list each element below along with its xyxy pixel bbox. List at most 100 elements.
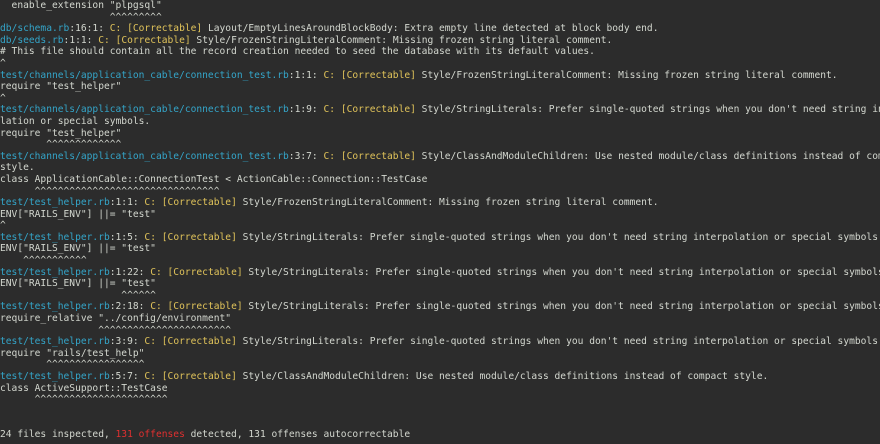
code-line: ENV["RAILS_ENV"] ||= "test"	[0, 209, 880, 221]
caret-marker: ^^^^^^^^^^^^^^^^^^^^^^^	[0, 324, 232, 336]
severity-label: C:	[323, 69, 336, 81]
location: :3:9:	[109, 336, 139, 348]
caret-marker: ^^^^^^	[0, 289, 156, 301]
caret-marker: ^^^^^^^^^^^^^^^^^^^^^^^	[0, 394, 168, 406]
caret-marker: ^^^^^^^^^^^	[0, 255, 87, 267]
correctable-tag: [Correctable]	[167, 266, 243, 278]
autocorrectable-count: 131 offenses	[248, 428, 318, 440]
file-path: test/test_helper.rb	[0, 197, 110, 209]
caret-marker: ^^^^^^^^^^^^^^^^^	[0, 359, 145, 371]
caret-line: ^^^^^^^^^^^^^^^^^^^^^^^	[0, 325, 880, 337]
source-text: # This file should contain all the recor…	[0, 46, 595, 58]
offense-line: test/channels/application_cable/connecti…	[0, 104, 880, 116]
offense-line: test/test_helper.rb:5:7: C: [Correctable…	[0, 371, 880, 383]
caret-marker: ^^^^^^^^^	[0, 11, 162, 23]
source-text: class ApplicationCable::ConnectionTest <…	[0, 173, 428, 185]
file-path: test/test_helper.rb	[0, 231, 110, 243]
correctable-tag: [Correctable]	[127, 23, 203, 35]
correctable-tag: [Correctable]	[115, 34, 191, 46]
summary-line: 24 files inspected, 131 offenses detecte…	[0, 429, 880, 441]
code-line: ENV["RAILS_ENV"] ||= "test"	[0, 243, 880, 255]
correctable-tag: [Correctable]	[161, 371, 237, 382]
offense-message: Style/ClassAndModuleChildren: Use nested…	[236, 371, 769, 382]
offense-message: Layout/EmptyLinesAroundBlockBody: Extra …	[202, 23, 659, 35]
correctable-tag: [Correctable]	[161, 231, 237, 243]
offense-message: Style/StringLiterals: Prefer single-quot…	[242, 301, 880, 313]
code-line: class ActiveSupport::TestCase	[0, 383, 880, 395]
offense-message: Style/StringLiterals: Prefer single-quot…	[415, 104, 880, 116]
terminal-window[interactable]: enable_extension "plpgsql" ^^^^^^^^^ db/s…	[0, 0, 880, 444]
caret-line: ^^^^^^^^^	[0, 12, 880, 24]
file-path: db/seeds.rb	[0, 34, 64, 46]
offense-message: Style/ClassAndModuleChildren: Use nested…	[415, 150, 880, 162]
location: :1:22:	[109, 266, 145, 278]
source-text: ENV["RAILS_ENV"] ||= "test"	[0, 278, 156, 290]
location: :1:1:	[63, 34, 93, 46]
code-line: require_relative "../config/environment"	[0, 313, 880, 325]
offense-message: Style/FrozenStringLiteralComment: Missin…	[236, 197, 659, 209]
code-line: enable_extension "plpgsql"	[0, 0, 880, 12]
file-path: test/channels/application_cable/connecti…	[0, 150, 289, 162]
offense-line: test/test_helper.rb:2:18: C: [Correctabl…	[0, 301, 880, 313]
offenses-count: 131 offenses	[115, 428, 185, 440]
offense-message: Style/StringLiterals: Prefer single-quot…	[236, 231, 880, 243]
severity-label: C:	[144, 197, 156, 209]
correctable-tag: [Correctable]	[340, 69, 416, 81]
severity-label: C:	[150, 266, 162, 278]
caret-marker: ^^^^^^^^^^^^^	[0, 139, 122, 151]
source-text: require_relative "../config/environment"	[0, 313, 232, 325]
severity-label: C:	[109, 23, 122, 35]
source-text: require "test_helper"	[0, 81, 122, 93]
offense-message: Style/FrozenStringLiteralComment: Missin…	[190, 34, 613, 46]
code-line: lation or special symbols.	[0, 116, 880, 128]
caret-line: ^	[0, 93, 880, 105]
correctable-tag: [Correctable]	[340, 150, 416, 162]
offense-line: test/channels/application_cable/connecti…	[0, 70, 880, 82]
file-path: db/schema.rb	[0, 23, 70, 35]
severity-label: C:	[98, 34, 110, 46]
location: :5:7:	[109, 371, 139, 382]
source-text: ENV["RAILS_ENV"] ||= "test"	[0, 208, 156, 220]
code-line: require "rails/test_help"	[0, 348, 880, 360]
caret-line: ^^^^^^	[0, 290, 880, 302]
offense-line: test/test_helper.rb:1:1: C: [Correctable…	[0, 197, 880, 209]
location: :1:9:	[288, 104, 318, 116]
code-line: # This file should contain all the recor…	[0, 46, 880, 58]
offense-message: Style/StringLiterals: Prefer single-quot…	[242, 266, 880, 278]
offense-line: test/test_helper.rb:3:9: C: [Correctable…	[0, 336, 880, 348]
correctable-tag: [Correctable]	[167, 301, 243, 313]
severity-label: C:	[323, 104, 336, 116]
summary-prefix: 24 files inspected,	[0, 428, 116, 440]
location: :2:18:	[109, 301, 145, 313]
severity-label: C:	[323, 150, 336, 162]
offense-message: Style/FrozenStringLiteralComment: Missin…	[415, 69, 838, 81]
caret-line: ^^^^^^^^^^^^^^^^^^^^^^^^^^^^^^^^	[0, 186, 880, 198]
location: :1:1:	[109, 197, 139, 209]
source-text: class ActiveSupport::TestCase	[0, 382, 168, 394]
file-path: test/test_helper.rb	[0, 301, 110, 313]
file-path: test/test_helper.rb	[0, 336, 110, 348]
caret-marker: ^	[0, 92, 6, 104]
offense-line: db/schema.rb:16:1: C: [Correctable] Layo…	[0, 23, 880, 35]
file-path: test/channels/application_cable/connecti…	[0, 69, 289, 81]
caret-marker: ^^^^^^^^^^^^^^^^^^^^^^^^^^^^^^^^	[0, 185, 220, 197]
offense-line: test/channels/application_cable/connecti…	[0, 151, 880, 163]
caret-marker: ^	[0, 220, 6, 232]
severity-label: C:	[144, 336, 156, 348]
caret-line: ^^^^^^^^^^^^^^^^^	[0, 359, 880, 371]
source-text: ENV["RAILS_ENV"] ||= "test"	[0, 243, 156, 255]
caret-line: ^^^^^^^^^^^^^	[0, 139, 880, 151]
caret-line: ^^^^^^^^^^^^^^^^^^^^^^^	[0, 394, 880, 406]
correctable-tag: [Correctable]	[340, 104, 416, 116]
source-text: require "test_helper"	[0, 127, 122, 139]
offense-line: test/test_helper.rb:1:22: C: [Correctabl…	[0, 267, 880, 279]
location: :1:5:	[109, 231, 139, 243]
offense-message: Style/StringLiterals: Prefer single-quot…	[236, 336, 880, 348]
correctable-tag: [Correctable]	[161, 336, 237, 348]
code-line: ENV["RAILS_ENV"] ||= "test"	[0, 278, 880, 290]
source-text: enable_extension "plpgsql"	[0, 0, 162, 11]
offense-line: test/test_helper.rb:1:5: C: [Correctable…	[0, 232, 880, 244]
source-text: require "rails/test_help"	[0, 347, 145, 359]
location: :1:1:	[288, 69, 318, 81]
